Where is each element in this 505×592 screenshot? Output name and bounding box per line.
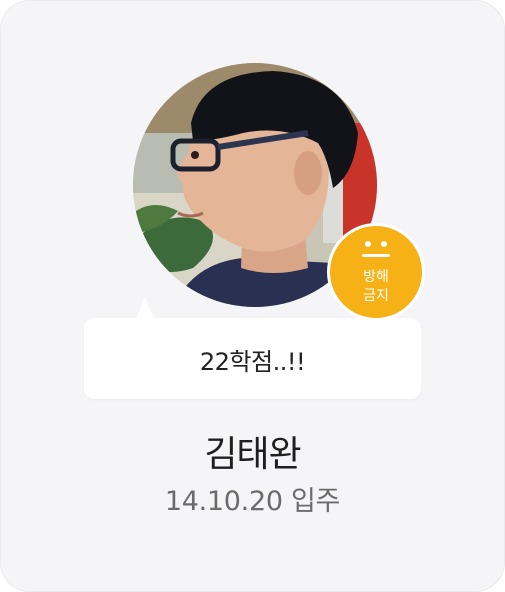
speech-bubble: 22학점..!! <box>84 318 421 399</box>
speech-bubble-tail <box>136 297 154 319</box>
status-badge[interactable]: 방해 금지 <box>327 223 425 321</box>
move-in-date: 14.10.20 입주 <box>164 486 341 517</box>
badge-line-1: 방해 <box>363 269 389 285</box>
status-badge-label: 방해 금지 <box>330 268 422 306</box>
user-name: 김태완 <box>204 434 301 475</box>
neutral-face-icon <box>330 238 422 262</box>
profile-card: 방해 금지 22학점..!! 김태완 14.10.20 입주 <box>0 0 505 592</box>
status-message: 22학점..!! <box>199 348 306 376</box>
badge-line-2: 금지 <box>363 288 389 304</box>
